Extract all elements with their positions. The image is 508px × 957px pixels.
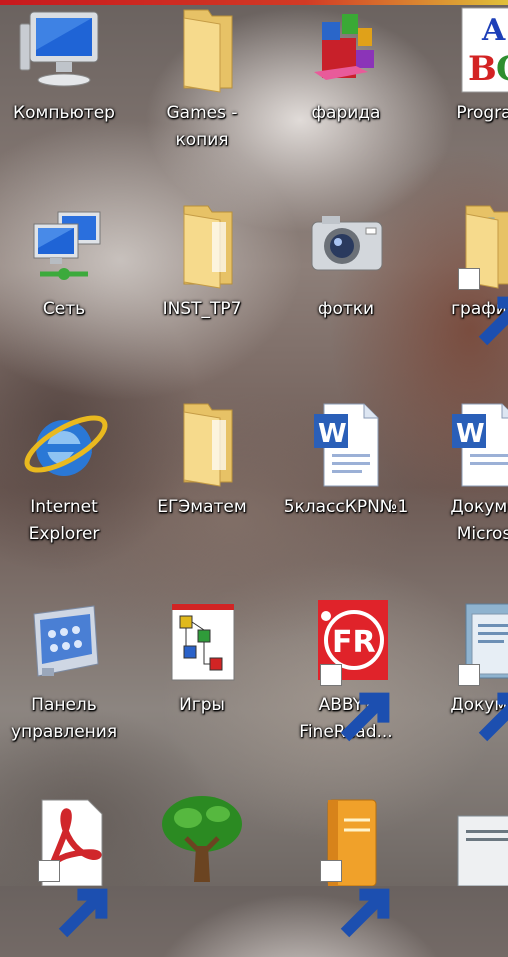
desktop-icon-inst-tp7[interactable]: INST_TP7 <box>138 198 266 323</box>
office-app-icon <box>298 2 394 98</box>
svg-text:B: B <box>468 49 497 89</box>
folder-icon <box>154 396 250 492</box>
icon-label: Progra <box>456 103 508 123</box>
desktop-icon-acrobat[interactable] <box>0 790 128 938</box>
computer-icon <box>16 2 112 98</box>
shortcut-arrow-icon <box>458 268 508 346</box>
folder-shortcut-icon <box>436 198 508 346</box>
camera-icon <box>298 198 394 294</box>
svg-text:W: W <box>318 419 347 449</box>
icon-label: 5классКРN№1 <box>283 497 409 517</box>
svg-text:FR: FR <box>332 625 376 660</box>
folder-icon <box>154 2 250 98</box>
svg-text:C: C <box>496 49 508 89</box>
desktop-icon-control-panel[interactable]: Панель управления <box>0 594 128 746</box>
svg-text:A: A <box>481 13 506 48</box>
desktop-icon-document-microsoft[interactable]: W Докуме Micros <box>420 396 508 548</box>
word-document-icon: W <box>298 396 394 492</box>
icon-label: фотки <box>317 299 375 319</box>
games-icon <box>154 594 250 690</box>
desktop-icon-internet-explorer[interactable]: Internet Explorer <box>0 396 128 548</box>
icon-label: Игры <box>179 695 225 715</box>
book-icon <box>298 790 394 938</box>
folder-icon <box>154 198 250 294</box>
desktop-icon-program[interactable]: A B C Progra <box>420 2 508 127</box>
shortcut-arrow-icon <box>320 860 390 938</box>
desktop-icon-photos[interactable]: фотки <box>282 198 410 323</box>
desktop-icon-document-thumbnail[interactable] <box>420 790 508 888</box>
icon-label: Сеть <box>42 299 86 319</box>
shortcut-arrow-icon <box>458 664 508 742</box>
desktop-icon-5klass-doc[interactable]: W 5классКРN№1 <box>282 396 410 521</box>
abbyy-finereader-icon: FR <box>298 594 394 742</box>
control-panel-icon <box>16 594 112 690</box>
shortcut-arrow-icon <box>38 860 108 938</box>
internet-explorer-icon <box>16 396 112 492</box>
icon-label: фарида <box>311 103 381 123</box>
svg-text:W: W <box>456 419 485 449</box>
icon-label: ЕГЭматем <box>157 497 247 517</box>
desktop-icon-network[interactable]: Сеть <box>0 198 128 323</box>
desktop-icon-games[interactable]: Игры <box>138 594 266 719</box>
network-icon <box>16 198 112 294</box>
acrobat-icon <box>16 790 112 938</box>
icon-label: INST_TP7 <box>162 299 242 319</box>
icon-label: Games - копия <box>166 103 238 150</box>
desktop-icon-abbyy-finereader[interactable]: FR ABBYY FineRead... <box>282 594 410 746</box>
icon-label: Панель управления <box>10 695 118 742</box>
word-document-icon: W <box>436 396 508 492</box>
desktop-icon-farida[interactable]: фарида <box>282 2 410 127</box>
desktop-icon-games-copy[interactable]: Games - копия <box>138 2 266 154</box>
desktop-icon-documents[interactable]: Докуме <box>420 594 508 742</box>
abc-program-icon: A B C <box>436 2 508 98</box>
desktop-icon-egematem[interactable]: ЕГЭматем <box>138 396 266 521</box>
tree-icon <box>154 790 250 886</box>
desktop-icon-computer[interactable]: Компьютер <box>0 2 128 127</box>
icon-label: Докуме Micros <box>450 497 508 544</box>
shortcut-arrow-icon <box>320 664 390 742</box>
icon-label: Internet Explorer <box>28 497 100 544</box>
desktop-icon-graphics[interactable]: графич <box>420 198 508 346</box>
desktop-icon-book[interactable] <box>282 790 410 938</box>
documents-library-icon <box>436 594 508 742</box>
desktop-icon-tree[interactable] <box>138 790 266 888</box>
icon-label: Компьютер <box>13 103 115 123</box>
document-thumbnail-icon <box>436 790 508 886</box>
